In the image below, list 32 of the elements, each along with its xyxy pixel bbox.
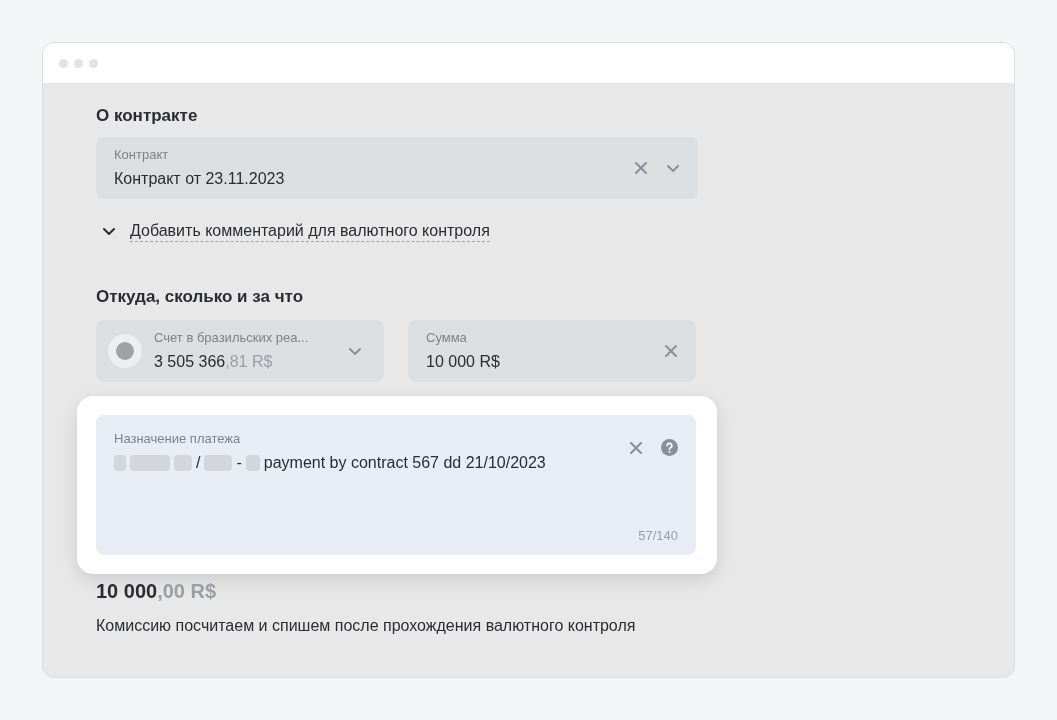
field-value: Контракт от 23.11.2023 [114,169,286,190]
field-label: Контракт [114,145,170,164]
redacted-block [114,454,126,471]
field-value: 10 000 R$ [426,352,501,373]
section-title: О контракте [96,105,199,127]
account-balance: 3 505 366,81 R$ [154,352,274,373]
contract-select-field[interactable]: Контракт Контракт от 23.11.2023 [96,137,698,199]
character-counter: 57/140 [638,526,678,545]
chevron-down-icon[interactable] [666,163,680,173]
close-icon[interactable] [664,344,678,358]
field-value: payment by contract 567 dd 21/10/2023 [263,452,546,473]
total-amount: 10 000,00 R$ [96,579,218,604]
commission-note: Комиссию посчитаем и спишем после прохождения валютного контроля [96,616,637,636]
redacted-block [245,454,260,471]
field-value: / [196,452,201,473]
currency-avatar-icon [108,334,142,368]
payment-purpose-field[interactable]: Назначение платежа / - payment by contract 567 dd 21/10/2023 57/140 [96,415,696,555]
close-icon[interactable] [629,440,643,455]
section-title: Откуда, сколько и за что [96,286,305,308]
redacted-block [174,454,192,471]
field-label: Назначение платежа [114,430,242,448]
field-label: Счет в бразильских реа... [154,328,310,347]
account-select-field[interactable]: Счет в бразильских реа... 3 505 366,81 R$ [96,320,384,382]
field-value: - [236,452,242,473]
help-icon[interactable] [661,439,678,456]
redacted-block [204,454,233,471]
add-comment-toggle[interactable]: Добавить комментарий для валютного контроля [96,221,490,242]
field-label: Сумма [426,328,468,347]
close-icon[interactable] [634,161,648,175]
redacted-block [130,454,170,471]
chevron-down-icon[interactable] [348,346,362,356]
amount-field[interactable]: Сумма 10 000 R$ [408,320,696,382]
